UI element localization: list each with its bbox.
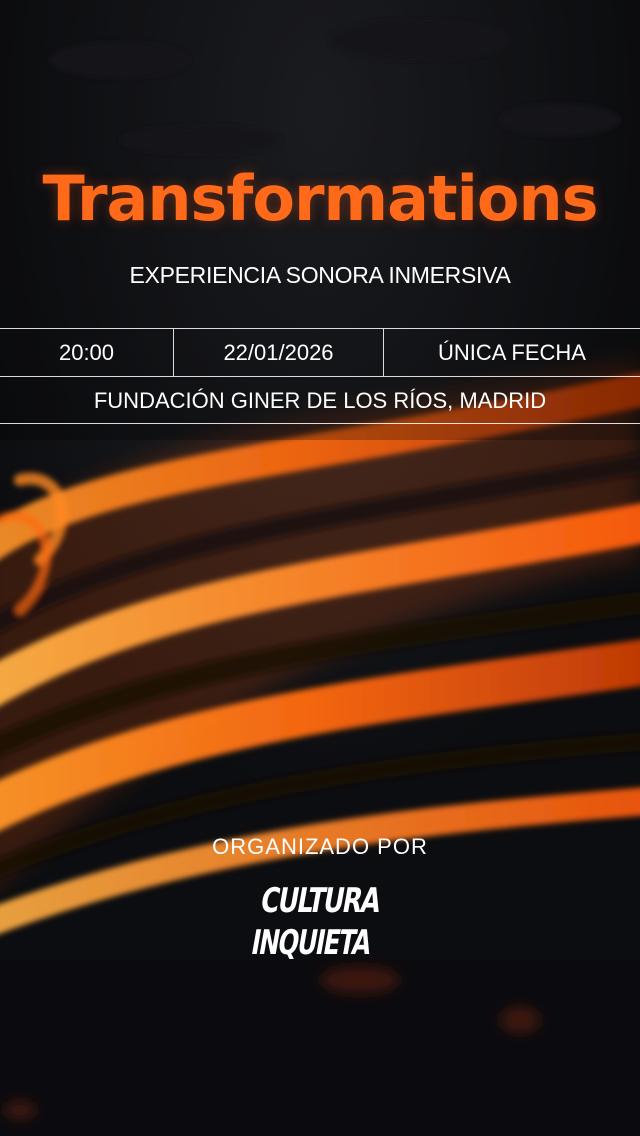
- event-info-row-top: 20:00 22/01/2026 ÚNICA FECHA: [0, 329, 640, 377]
- event-date: 22/01/2026: [174, 329, 384, 376]
- cultura-inquieta-logo: CULTURA INQUIETA: [248, 881, 385, 960]
- organizer-label: ORGANIZADO POR: [212, 834, 428, 859]
- event-subtitle: EXPERIENCIA SONORA INMERSIVA: [129, 262, 511, 288]
- logo-line-1: CULTURA: [258, 881, 385, 921]
- event-info-table: 20:00 22/01/2026 ÚNICA FECHA FUNDACIÓN G…: [0, 328, 640, 424]
- logo-line-2: INQUIETA: [248, 923, 375, 960]
- event-note: ÚNICA FECHA: [438, 339, 586, 365]
- event-venue: FUNDACIÓN GINER DE LOS RÍOS, MADRID: [93, 387, 547, 413]
- event-time: 20:00: [0, 329, 174, 376]
- event-info-row-bottom: FUNDACIÓN GINER DE LOS RÍOS, MADRID: [0, 377, 640, 424]
- event-title: Transformations: [42, 162, 598, 235]
- event-poster: Transformations EXPERIENCIA SONORA INMER…: [0, 0, 640, 1136]
